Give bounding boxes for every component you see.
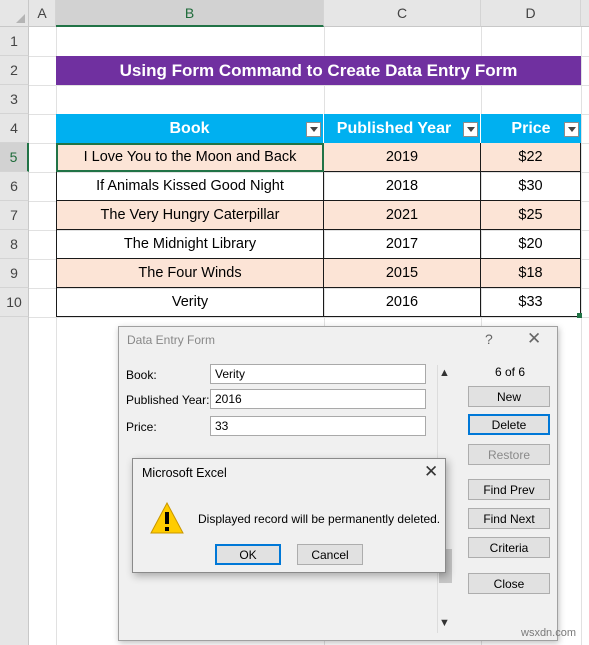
ok-button[interactable]: OK bbox=[215, 544, 281, 565]
title-banner[interactable]: Using Form Command to Create Data Entry … bbox=[56, 56, 581, 85]
table-cell[interactable]: $33 bbox=[481, 288, 581, 317]
table-resize-handle[interactable] bbox=[577, 313, 582, 318]
table-cell[interactable]: 2015 bbox=[324, 259, 481, 288]
column-header-c[interactable]: C bbox=[324, 0, 481, 27]
warning-icon bbox=[150, 502, 184, 534]
table-cell[interactable]: 2017 bbox=[324, 230, 481, 259]
row-header-4[interactable]: 4 bbox=[0, 114, 29, 143]
header-published-year[interactable]: Published Year bbox=[324, 114, 481, 143]
table-cell[interactable]: $25 bbox=[481, 201, 581, 230]
published-year-field-label: Published Year: bbox=[126, 393, 210, 407]
find-next-button[interactable]: Find Next bbox=[468, 508, 550, 529]
header-book[interactable]: Book bbox=[56, 114, 324, 143]
row-header-3[interactable]: 3 bbox=[0, 85, 29, 114]
table-cell[interactable]: $30 bbox=[481, 172, 581, 201]
table-cell[interactable]: Verity bbox=[56, 288, 324, 317]
filter-dropdown-icon[interactable] bbox=[463, 122, 478, 137]
book-field-label: Book: bbox=[126, 368, 157, 382]
form-title: Data Entry Form bbox=[127, 333, 216, 347]
column-header-d[interactable]: D bbox=[481, 0, 581, 27]
row-header-2[interactable]: 2 bbox=[0, 56, 29, 85]
new-button[interactable]: New bbox=[468, 386, 550, 407]
record-counter: 6 of 6 bbox=[494, 365, 526, 379]
filter-dropdown-icon[interactable] bbox=[306, 122, 321, 137]
restore-button[interactable]: Restore bbox=[468, 444, 550, 465]
find-prev-button[interactable]: Find Prev bbox=[468, 479, 550, 500]
row-header-rest bbox=[0, 317, 29, 645]
scroll-up-icon[interactable]: ▲ bbox=[439, 367, 450, 379]
header-book-label: Book bbox=[169, 119, 210, 137]
price-field-input[interactable]: 33 bbox=[210, 416, 426, 436]
form-close-icon[interactable]: ✕ bbox=[527, 329, 541, 349]
table-cell[interactable]: $22 bbox=[481, 143, 581, 172]
header-price-label: Price bbox=[511, 119, 551, 137]
published-year-field-input[interactable]: 2016 bbox=[210, 389, 426, 409]
table-cell[interactable]: $18 bbox=[481, 259, 581, 288]
delete-button[interactable]: Delete bbox=[468, 414, 550, 435]
row-header-10[interactable]: 10 bbox=[0, 288, 29, 317]
row-header-5[interactable]: 5 bbox=[0, 143, 29, 172]
column-header-a[interactable]: A bbox=[29, 0, 56, 27]
table-cell[interactable]: I Love You to the Moon and Back bbox=[56, 143, 324, 172]
row-header-7[interactable]: 7 bbox=[0, 201, 29, 230]
confirm-delete-dialog: Microsoft Excel ✕ Displayed record will … bbox=[132, 458, 446, 573]
gridline bbox=[29, 317, 589, 318]
column-header-e[interactable] bbox=[581, 0, 589, 27]
table-cell[interactable]: 2021 bbox=[324, 201, 481, 230]
book-field-input[interactable]: Verity bbox=[210, 364, 426, 384]
criteria-button[interactable]: Criteria bbox=[468, 537, 550, 558]
filter-dropdown-icon[interactable] bbox=[564, 122, 579, 137]
header-published-year-label: Published Year bbox=[336, 119, 452, 137]
table-cell[interactable]: The Four Winds bbox=[56, 259, 324, 288]
select-all-corner[interactable] bbox=[0, 0, 29, 27]
cancel-button[interactable]: Cancel bbox=[297, 544, 363, 565]
table-cell[interactable]: The Very Hungry Caterpillar bbox=[56, 201, 324, 230]
table-cell[interactable]: The Midnight Library bbox=[56, 230, 324, 259]
table-cell[interactable]: $20 bbox=[481, 230, 581, 259]
watermark: wsxdn.com bbox=[521, 627, 577, 639]
row-header-8[interactable]: 8 bbox=[0, 230, 29, 259]
price-field-label: Price: bbox=[126, 420, 157, 434]
row-header-9[interactable]: 9 bbox=[0, 259, 29, 288]
gridline bbox=[581, 27, 582, 645]
table-cell[interactable]: 2019 bbox=[324, 143, 481, 172]
table-cell[interactable]: 2016 bbox=[324, 288, 481, 317]
table-cell[interactable]: 2018 bbox=[324, 172, 481, 201]
column-header-b[interactable]: B bbox=[56, 0, 324, 27]
close-button[interactable]: Close bbox=[468, 573, 550, 594]
gridline bbox=[29, 85, 589, 86]
message-box-title: Microsoft Excel bbox=[142, 466, 227, 480]
message-text: Displayed record will be permanently del… bbox=[198, 512, 441, 526]
help-button[interactable]: ? bbox=[485, 331, 493, 347]
header-price[interactable]: Price bbox=[481, 114, 581, 143]
scroll-down-icon[interactable]: ▼ bbox=[439, 617, 450, 629]
table-cell[interactable]: If Animals Kissed Good Night bbox=[56, 172, 324, 201]
message-close-icon[interactable]: ✕ bbox=[424, 462, 438, 482]
row-header-1[interactable]: 1 bbox=[0, 27, 29, 56]
row-header-6[interactable]: 6 bbox=[0, 172, 29, 201]
